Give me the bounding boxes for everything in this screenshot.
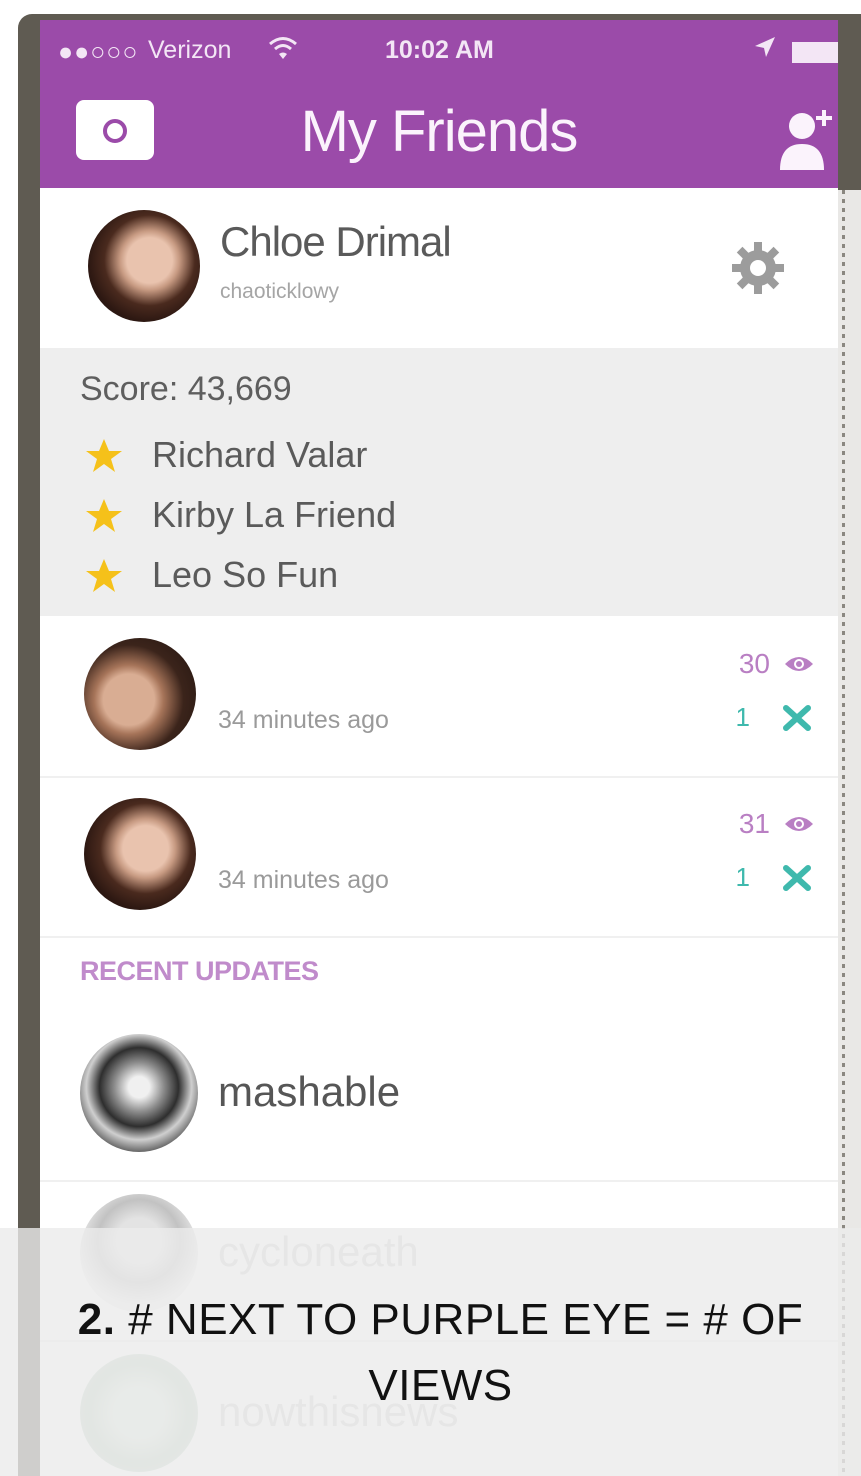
story-time: 34 minutes ago bbox=[218, 706, 389, 734]
caption-text: 2. # NEXT TO PURPLE EYE = # OF VIEWS bbox=[60, 1287, 821, 1419]
eye-icon bbox=[785, 817, 813, 831]
story-thumbnail bbox=[84, 798, 196, 910]
avatar bbox=[88, 210, 200, 322]
best-friends-panel: Score: 43,669 Richard Valar Kirby La Fri… bbox=[40, 348, 838, 616]
status-bar: ●●○○○ Verizon 10:02 AM bbox=[40, 20, 838, 80]
story-row[interactable]: 34 minutes ago 31 1 bbox=[40, 778, 838, 938]
best-friend-name: Kirby La Friend bbox=[152, 494, 397, 535]
profile-username: chaoticklowy bbox=[220, 280, 340, 303]
screenshot-count: 1 bbox=[735, 862, 750, 892]
caption-body: # NEXT TO PURPLE EYE = # OF VIEWS bbox=[128, 1295, 804, 1410]
avatar bbox=[80, 1034, 198, 1152]
page-title: My Friends bbox=[300, 99, 579, 164]
view-count: 31 bbox=[738, 808, 770, 839]
screenshot-count: 1 bbox=[735, 702, 750, 732]
best-friend-name: Leo So Fun bbox=[152, 554, 339, 595]
update-item[interactable]: mashable bbox=[40, 1022, 838, 1182]
location-icon bbox=[755, 37, 775, 57]
carrier-label: Verizon bbox=[148, 36, 232, 64]
wifi-icon bbox=[269, 37, 297, 59]
signal-strength: ●●○○○ bbox=[58, 38, 139, 66]
view-count: 30 bbox=[738, 648, 770, 679]
recent-updates-header: RECENT UPDATES bbox=[80, 956, 319, 986]
profile-name: Chloe Drimal bbox=[220, 218, 452, 265]
story-thumbnail bbox=[84, 638, 196, 750]
screenshot-icon bbox=[783, 705, 811, 731]
story-time: 34 minutes ago bbox=[218, 866, 389, 894]
star-icon bbox=[86, 559, 122, 592]
gear-icon[interactable] bbox=[728, 238, 788, 298]
profile-header[interactable]: Chloe Drimal chaoticklowy bbox=[40, 188, 838, 348]
eye-icon bbox=[785, 657, 813, 671]
top-bar: ●●○○○ Verizon 10:02 AM My Friends bbox=[40, 20, 838, 188]
score-label: Score: 43,669 bbox=[80, 370, 292, 408]
screenshot-icon bbox=[783, 865, 811, 891]
star-icon bbox=[86, 499, 122, 532]
caption-step: 2. bbox=[77, 1295, 116, 1344]
status-time: 10:02 AM bbox=[385, 36, 494, 64]
update-name: mashable bbox=[218, 1068, 401, 1115]
add-friend-icon[interactable] bbox=[778, 104, 838, 174]
battery-icon bbox=[792, 42, 838, 63]
star-icon bbox=[86, 439, 122, 472]
story-row[interactable]: 34 minutes ago 30 1 bbox=[40, 618, 838, 778]
best-friend-name: Richard Valar bbox=[152, 434, 368, 475]
